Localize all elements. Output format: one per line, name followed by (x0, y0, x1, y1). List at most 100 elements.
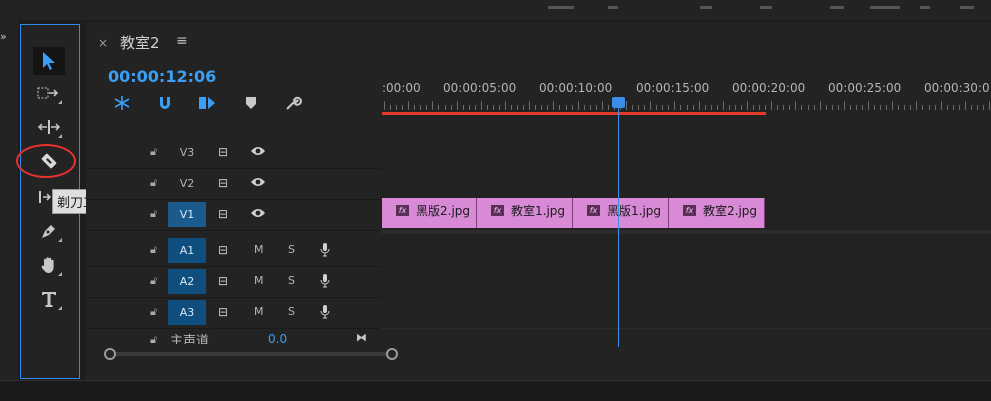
sync-lock-icon[interactable]: ⊟ (218, 243, 228, 257)
ruler-tick (825, 105, 827, 110)
track-lock-icon[interactable]: 🔓︎ (150, 333, 157, 344)
sync-lock-icon[interactable]: ⊟ (218, 207, 228, 221)
snap-magnet-icon[interactable] (154, 94, 176, 112)
ruler-tick (662, 105, 664, 110)
timeline-zoom-scrollbar[interactable] (104, 348, 398, 360)
track-lock-icon[interactable]: 🔓︎ (150, 145, 157, 159)
ruler-tick (855, 105, 857, 110)
microphone-icon[interactable] (320, 274, 330, 291)
ruler-tick (861, 105, 863, 110)
track-label[interactable]: V1 (168, 202, 206, 227)
ruler-tick (626, 101, 627, 110)
go-to-end-icon[interactable]: ⧓ (356, 331, 367, 344)
type-tool-icon[interactable] (33, 285, 65, 313)
top-divider (760, 6, 772, 9)
track-select-forward-icon[interactable] (33, 79, 65, 107)
track-label[interactable]: V3 (168, 140, 206, 165)
ruler-tick (480, 101, 482, 110)
solo-button[interactable]: S (288, 305, 295, 318)
playhead-handle[interactable] (612, 97, 625, 108)
ruler-label: 00:00:05:00 (443, 81, 517, 95)
timeline-settings-wrench-icon[interactable] (282, 94, 304, 112)
clip-name: 教室2.jpg (703, 204, 758, 218)
add-marker-icon[interactable] (240, 94, 262, 112)
selection-tool-icon[interactable] (33, 47, 65, 75)
linked-selection-icon[interactable] (196, 94, 218, 112)
video-audio-divider[interactable] (382, 230, 991, 234)
microphone-icon[interactable] (320, 305, 330, 322)
clip[interactable]: fx 黑版2.jpg (382, 198, 477, 228)
top-divider (548, 6, 574, 9)
ruler-tick (492, 105, 494, 110)
sync-lock-icon[interactable]: ⊟ (218, 145, 228, 159)
playhead-line[interactable] (618, 104, 619, 347)
clip[interactable]: fx 教室2.jpg (669, 198, 765, 228)
track-label[interactable]: A3 (168, 300, 206, 325)
track-lane-v3[interactable] (382, 137, 991, 169)
ruler-tick (444, 105, 446, 110)
master-track-label: 主声道 (170, 334, 210, 344)
ruler-tick (922, 105, 924, 110)
hand-tool-icon[interactable] (33, 251, 65, 279)
tab-close-icon[interactable]: × (98, 36, 108, 50)
scrollbar-track[interactable] (110, 352, 392, 356)
sequence-tab[interactable]: 教室2 (120, 32, 160, 53)
ruler-tick (541, 105, 543, 110)
tab-menu-icon[interactable]: ≡ (176, 33, 188, 49)
ripple-edit-icon[interactable] (33, 113, 65, 141)
ruler-tick (390, 105, 392, 110)
ruler-tick (783, 105, 785, 110)
ruler-tick (734, 105, 736, 110)
eye-icon[interactable] (250, 145, 266, 160)
expand-panel-icon[interactable]: » (0, 30, 7, 43)
ruler-tick (801, 105, 803, 110)
track-lock-icon[interactable]: 🔓︎ (150, 207, 157, 221)
ruler-tick (970, 105, 972, 110)
left-edge-panel (0, 20, 18, 380)
mute-button[interactable]: M (254, 274, 264, 287)
pen-tool-icon[interactable] (33, 217, 65, 245)
track-label[interactable]: A2 (168, 269, 206, 294)
track-lock-icon[interactable]: 🔓︎ (150, 305, 157, 319)
nest-toggle-icon[interactable] (111, 94, 133, 112)
time-ruler[interactable]: :00:00 00:00:05:00 00:00:10:00 00:00:15:… (382, 72, 991, 134)
track-lock-icon[interactable]: 🔓︎ (150, 274, 157, 288)
ruler-tick (728, 105, 730, 110)
sync-lock-icon[interactable]: ⊟ (218, 176, 228, 190)
track-lane-a1[interactable] (382, 235, 991, 267)
track-lane-a3[interactable] (382, 297, 991, 329)
top-divider (920, 6, 930, 9)
clip[interactable]: fx 黑版1.jpg (573, 198, 669, 228)
ruler-tick (753, 105, 755, 110)
track-lane-v2[interactable] (382, 168, 991, 200)
eye-icon[interactable] (250, 176, 266, 191)
ruler-tick (529, 101, 531, 110)
track-lock-icon[interactable]: 🔓︎ (150, 176, 157, 190)
track-label[interactable]: V2 (168, 171, 206, 196)
mute-button[interactable]: M (254, 305, 264, 318)
ruler-label: 00:00:20:00 (732, 81, 806, 95)
mute-button[interactable]: M (254, 243, 264, 256)
ruler-tick (934, 105, 936, 110)
track-label[interactable]: A1 (168, 238, 206, 263)
work-area-bar[interactable] (382, 112, 766, 115)
track-lock-icon[interactable]: 🔓︎ (150, 243, 157, 257)
ruler-tick (813, 105, 815, 110)
microphone-icon[interactable] (320, 243, 330, 260)
solo-button[interactable]: S (288, 243, 295, 256)
eye-icon[interactable] (250, 207, 266, 222)
track-lane-a2[interactable] (382, 266, 991, 298)
master-volume-value[interactable]: 0.0 (268, 332, 287, 344)
bottom-status-bar (0, 380, 991, 401)
scrollbar-right-handle[interactable] (386, 348, 398, 360)
ruler-tick (874, 105, 876, 110)
sync-lock-icon[interactable]: ⊟ (218, 305, 228, 319)
solo-button[interactable]: S (288, 274, 295, 287)
ruler-tick (759, 105, 761, 110)
sync-lock-icon[interactable]: ⊟ (218, 274, 228, 288)
top-panel-strip (0, 0, 991, 20)
ruler-tick (946, 105, 948, 110)
playhead-timecode[interactable]: 00:00:12:06 (108, 67, 216, 86)
clip[interactable]: fx 教室1.jpg (477, 198, 573, 228)
scrollbar-left-handle[interactable] (104, 348, 116, 360)
